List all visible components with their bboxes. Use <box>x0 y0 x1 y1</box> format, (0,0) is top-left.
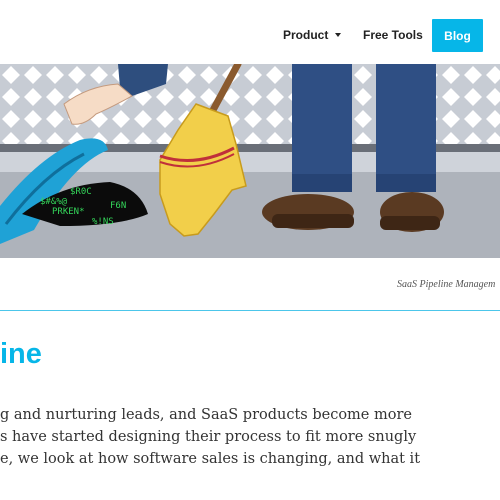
svg-text:$R0C: $R0C <box>70 187 92 197</box>
top-navbar: Product Free Tools Blog <box>0 0 500 64</box>
nav-product-menu[interactable]: Product <box>283 28 342 42</box>
svg-text:$#&%@: $#&%@ <box>40 197 68 207</box>
article-line: s have started designing their process t… <box>0 429 417 445</box>
article-title: ine <box>0 338 42 370</box>
nav-free-tools-link[interactable]: Free Tools <box>363 28 423 42</box>
chevron-down-icon <box>335 33 342 37</box>
blog-button[interactable]: Blog <box>432 19 483 52</box>
article-line: e, we look at how software sales is chan… <box>0 451 421 467</box>
svg-text:F6N: F6N <box>110 201 126 211</box>
hero-illustration: $#&%@ PRKEN* $R0C %!NS F6N <box>0 64 500 258</box>
divider <box>0 310 500 311</box>
hero-caption: SaaS Pipeline Managem <box>397 279 496 290</box>
nav-product-label: Product <box>283 28 329 42</box>
sweeping-illustration: $#&%@ PRKEN* $R0C %!NS F6N <box>0 64 500 258</box>
article-line: g and nurturing leads, and SaaS products… <box>0 407 412 423</box>
article-body: g and nurturing leads, and SaaS products… <box>0 404 500 470</box>
svg-text:PRKEN*: PRKEN* <box>52 207 85 217</box>
svg-text:%!NS: %!NS <box>92 217 114 227</box>
